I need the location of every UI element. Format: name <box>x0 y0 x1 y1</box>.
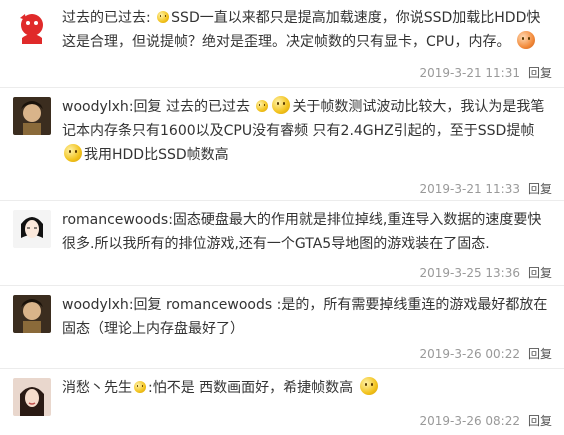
comment-meta: 2019-3-26 08:22 回复 <box>419 412 552 429</box>
comment-username[interactable]: woodylxh <box>62 297 129 313</box>
comment-text: romancewoods:固态硬盘最大的作用就是排位掉线,重连导入数据的速度要快… <box>62 212 542 252</box>
comment-item: 过去的已过去: SSD一直以来都只是提高加载速度，你说SSD加载比HDD快这是合… <box>0 0 564 88</box>
comment-meta: 2019-3-21 11:33 回复 <box>419 180 552 197</box>
smile-emoji-icon <box>359 377 378 395</box>
reply-button[interactable]: 回复 <box>528 182 552 196</box>
comment-text: 消愁丶先生 :怕不是 西数画面好，希捷帧数高 <box>62 376 552 400</box>
comment-meta: 2019-3-26 00:22 回复 <box>419 345 552 362</box>
avatar[interactable] <box>13 295 51 333</box>
smile-emoji-icon <box>272 96 291 114</box>
comment-item: woodylxh:回复 romancewoods :是的，所有需要掉线重连的游戏… <box>0 287 564 369</box>
reply-button[interactable]: 回复 <box>528 266 552 280</box>
comment-item: romancewoods:固态硬盘最大的作用就是排位掉线,重连导入数据的速度要快… <box>0 202 564 286</box>
comment-item: woodylxh:回复 过去的已过去 关于帧数测试波动比较大，我认为是我笔记本内… <box>0 89 564 201</box>
comment-body-continued: 我用HDD比SSD帧数高 <box>84 147 229 163</box>
smile-icon <box>256 100 269 112</box>
comment-text: 过去的已过去: SSD一直以来都只是提高加载速度，你说SSD加载比HDD快这是合… <box>62 10 541 50</box>
smile-icon <box>134 381 146 393</box>
comment-username[interactable]: woodylxh <box>62 99 129 115</box>
comment-time: 2019-3-26 08:22 <box>419 414 520 428</box>
pout-emoji-icon <box>516 31 535 49</box>
avatar[interactable] <box>13 97 51 135</box>
smile-icon <box>157 11 170 23</box>
comment-item: 消愁丶先生 :怕不是 西数画面好，希捷帧数高 2019-3-26 08:22 回复 <box>0 370 564 435</box>
reply-button[interactable]: 回复 <box>528 66 552 80</box>
comment-time: 2019-3-26 00:22 <box>419 347 520 361</box>
comment-text: woodylxh:回复 过去的已过去 关于帧数测试波动比较大，我认为是我笔记本内… <box>62 95 552 167</box>
reply-keyword: 回复 <box>133 297 162 313</box>
comment-time: 2019-3-25 13:36 <box>419 266 520 280</box>
avatar[interactable] <box>13 378 51 416</box>
comment-username[interactable]: romancewoods <box>62 212 168 228</box>
comment-time: 2019-3-21 11:31 <box>419 66 520 80</box>
comment-username[interactable]: 消愁丶先生 <box>62 380 132 396</box>
comment-body: :怕不是 西数画面好，希捷帧数高 <box>148 380 354 396</box>
comment-meta: 2019-3-25 13:36 回复 <box>419 264 552 281</box>
reply-target-username[interactable]: 过去的已过去 <box>166 99 250 115</box>
comment-time: 2019-3-21 11:33 <box>419 182 520 196</box>
comment-meta: 2019-3-21 11:31 回复 <box>419 64 552 81</box>
reply-target-username[interactable]: romancewoods <box>166 297 272 313</box>
reply-keyword: 回复 <box>133 99 162 115</box>
comment-username[interactable]: 过去的已过去 <box>62 10 146 26</box>
avatar[interactable] <box>13 8 51 46</box>
smile-emoji-icon <box>64 144 82 162</box>
comment-text: woodylxh:回复 romancewoods :是的，所有需要掉线重连的游戏… <box>62 297 548 337</box>
avatar[interactable] <box>13 210 51 248</box>
reply-button[interactable]: 回复 <box>528 347 552 361</box>
reply-button[interactable]: 回复 <box>528 414 552 428</box>
